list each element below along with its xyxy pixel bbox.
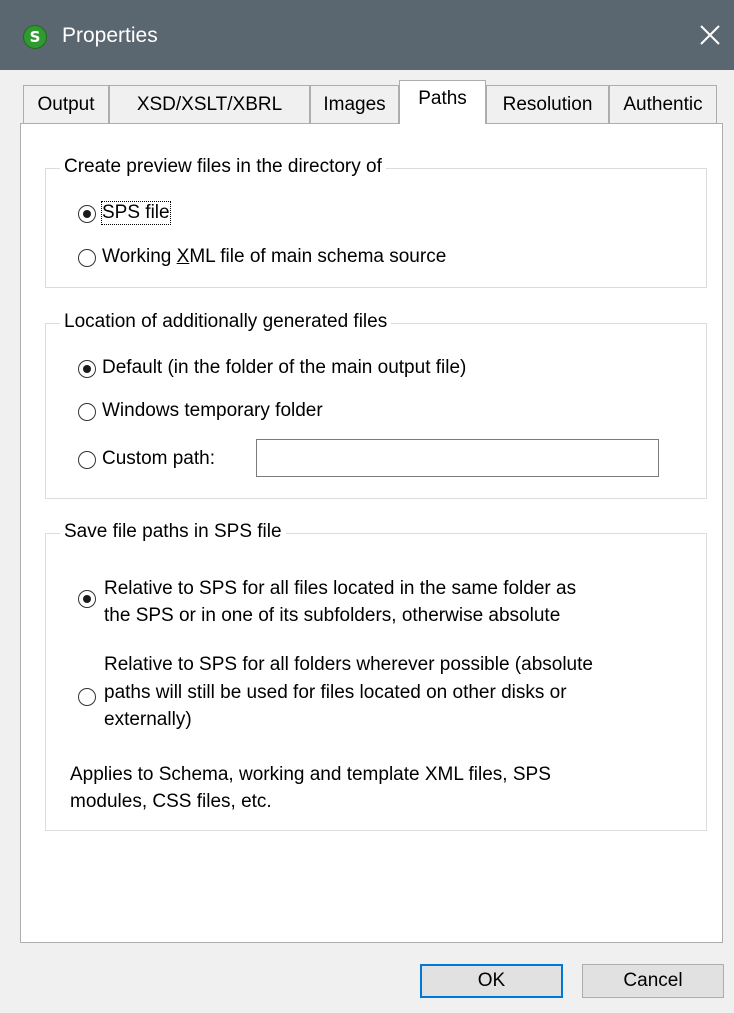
title-bar: S Properties (0, 0, 734, 70)
group-legend: Location of additionally generated files (60, 311, 392, 333)
applies-to-note-line2: modules, CSS files, etc. (70, 791, 272, 812)
group-legend: Save file paths in SPS file (60, 521, 286, 543)
radio-sps-file[interactable] (78, 205, 96, 223)
tab-authentic[interactable]: Authentic (609, 85, 717, 123)
tab-images[interactable]: Images (310, 85, 399, 123)
radio-label-relative-all-folders-line2[interactable]: paths will still be used for files locat… (104, 682, 567, 704)
tab-output[interactable]: Output (23, 85, 109, 123)
applies-to-note-line1: Applies to Schema, working and template … (70, 764, 551, 785)
radio-relative-all-folders[interactable] (78, 688, 96, 706)
radio-label-sps-file[interactable]: SPS file (101, 201, 171, 225)
radio-label-relative-all-folders-line3[interactable]: externally) (104, 709, 192, 731)
radio-default-location[interactable] (78, 360, 96, 378)
ok-button[interactable]: OK (420, 964, 563, 998)
radio-label-working-xml-file[interactable]: Working XML file of main schema source (102, 246, 446, 268)
radio-label-relative-same-folder-line1[interactable]: Relative to SPS for all files located in… (104, 578, 576, 600)
label-part: Working (102, 246, 177, 267)
cancel-button[interactable]: Cancel (582, 964, 724, 998)
tab-resolution[interactable]: Resolution (486, 85, 609, 123)
radio-label-relative-all-folders-line1[interactable]: Relative to SPS for all folders wherever… (104, 654, 593, 676)
radio-label-default-location[interactable]: Default (in the folder of the main outpu… (102, 357, 466, 379)
label-part: ML file of main schema source (189, 246, 447, 267)
close-icon[interactable] (698, 23, 722, 47)
radio-windows-temp-folder[interactable] (78, 403, 96, 421)
window-title: Properties (62, 24, 158, 47)
label-accelerator: X (176, 246, 190, 267)
radio-label-windows-temp-folder[interactable]: Windows temporary folder (102, 400, 323, 422)
radio-label-custom-path[interactable]: Custom path: (102, 448, 215, 470)
tab-paths[interactable]: Paths (399, 80, 486, 124)
radio-label-relative-same-folder-line2[interactable]: the SPS or in one of its subfolders, oth… (104, 605, 560, 627)
app-icon: S (23, 25, 47, 49)
radio-custom-path[interactable] (78, 451, 96, 469)
preview-directory-group: Create preview files in the directory of (45, 156, 707, 288)
custom-path-input[interactable] (256, 439, 659, 477)
radio-relative-same-folder[interactable] (78, 590, 96, 608)
tab-xsd-xslt-xbrl[interactable]: XSD/XSLT/XBRL (109, 85, 310, 123)
radio-working-xml-file[interactable] (78, 249, 96, 267)
group-legend: Create preview files in the directory of (60, 156, 386, 178)
